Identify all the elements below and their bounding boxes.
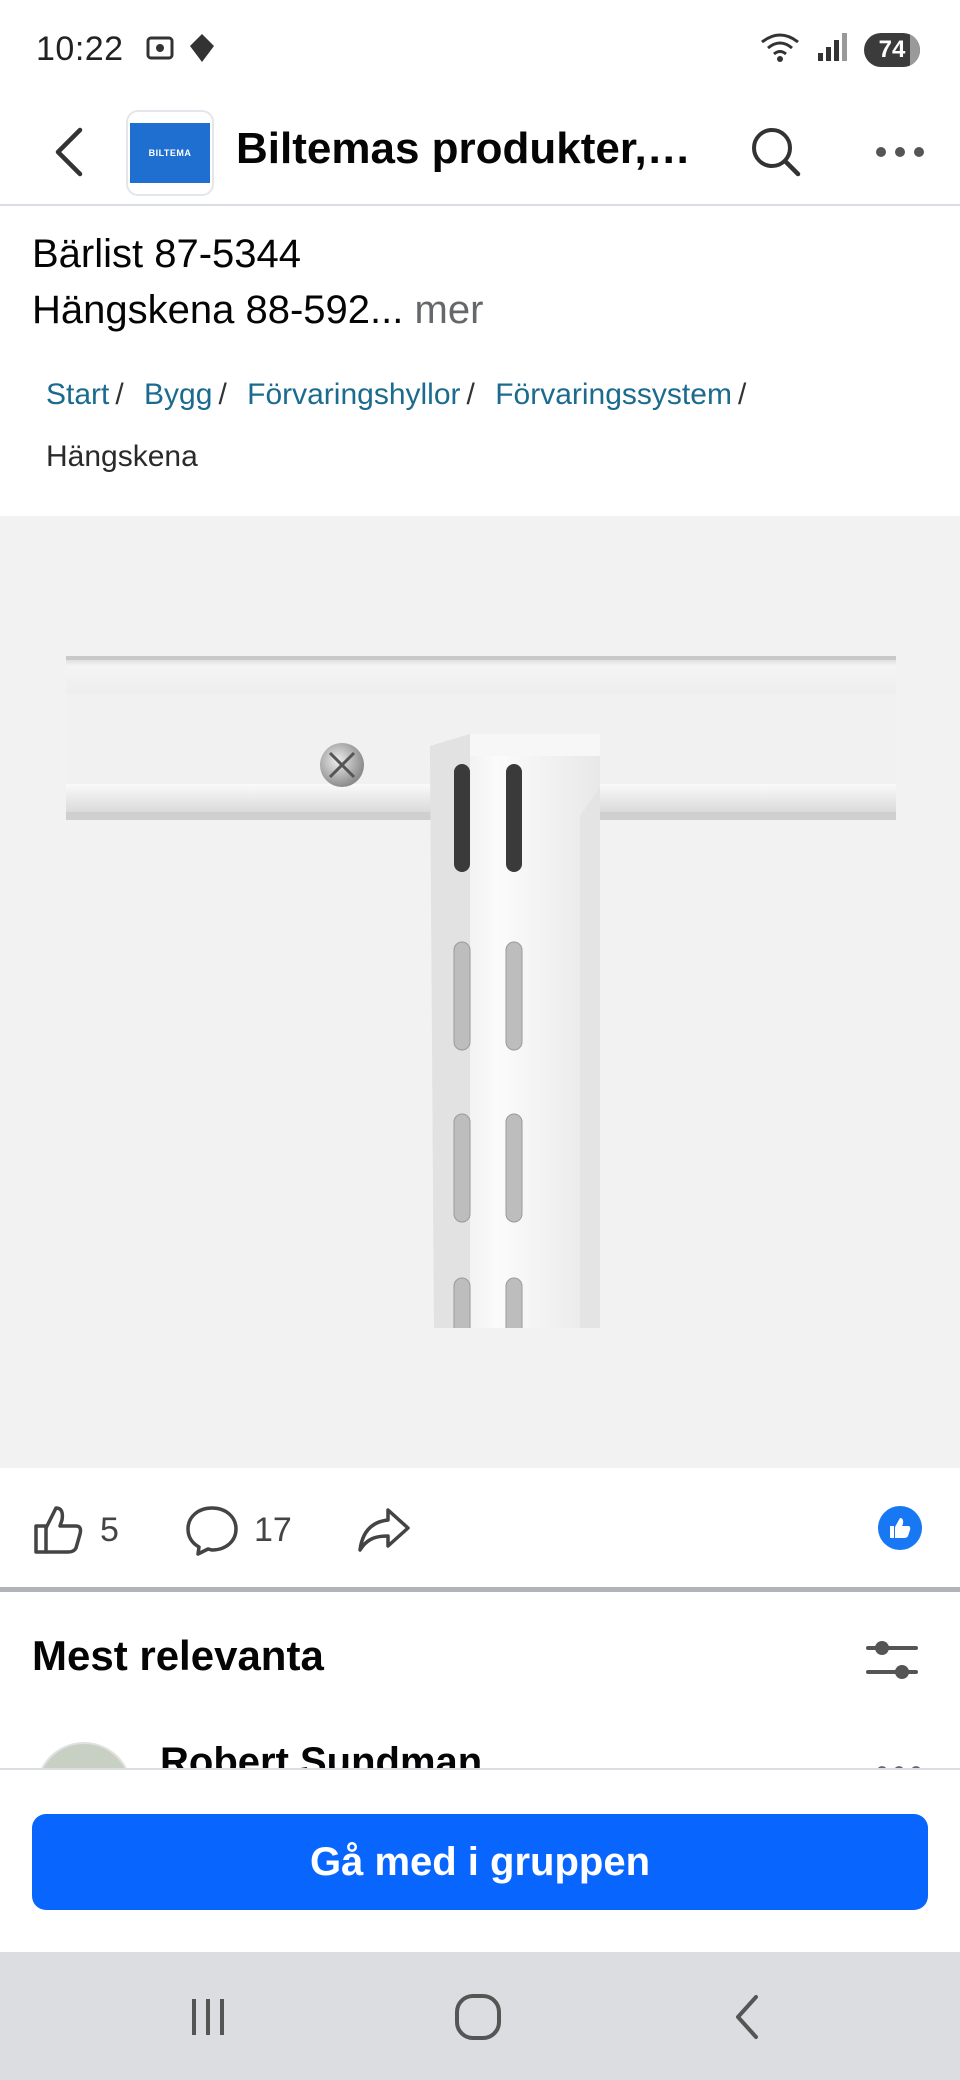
location-icon bbox=[188, 32, 216, 69]
post-image[interactable] bbox=[0, 516, 960, 1468]
back-button[interactable] bbox=[40, 122, 100, 182]
more-options-button[interactable] bbox=[868, 120, 932, 184]
status-icons-left bbox=[144, 32, 216, 69]
breadcrumb-separator: / bbox=[737, 378, 747, 411]
comment-button[interactable]: 17 bbox=[184, 1498, 292, 1562]
signal-icon bbox=[816, 31, 850, 68]
app-bar: BILTEMA Biltemas produkter, r... bbox=[0, 100, 960, 206]
comment-item[interactable]: Robert Sundman ••• bbox=[0, 1712, 960, 1768]
biltema-logo: BILTEMA bbox=[130, 123, 210, 183]
like-reaction-icon bbox=[890, 1518, 911, 1538]
screenshot-icon bbox=[144, 32, 176, 69]
comments-sort-title[interactable]: Mest relevanta bbox=[32, 1632, 324, 1680]
see-more-link[interactable]: mer bbox=[415, 288, 484, 332]
product-photo bbox=[0, 656, 960, 1468]
home-button[interactable] bbox=[438, 1982, 518, 2052]
comment-count: 17 bbox=[254, 1510, 292, 1549]
like-count: 5 bbox=[100, 1510, 119, 1549]
breadcrumb-start[interactable]: Start bbox=[46, 378, 109, 411]
system-back-button[interactable] bbox=[708, 1982, 788, 2052]
status-time: 10:22 bbox=[36, 30, 124, 68]
filter-button[interactable] bbox=[860, 1628, 924, 1692]
group-avatar[interactable]: BILTEMA bbox=[126, 110, 214, 196]
post-line-1: Bärlist 87-5344 bbox=[32, 232, 302, 276]
commenter-name[interactable]: Robert Sundman bbox=[160, 1740, 482, 1768]
breadcrumb-separator: / bbox=[218, 378, 227, 411]
join-group-footer: Gå med i gruppen bbox=[0, 1768, 960, 1952]
system-back-icon bbox=[736, 1995, 758, 2039]
post-line-2-text: Hängskena 88-592... bbox=[32, 288, 404, 332]
status-bar: 10:22 74 bbox=[0, 0, 960, 100]
home-icon bbox=[455, 1994, 501, 2040]
sliders-icon bbox=[866, 1641, 918, 1679]
like-reaction-badge[interactable] bbox=[878, 1506, 922, 1550]
breadcrumb-forvaringshyllor[interactable]: Förvaringshyllor bbox=[247, 378, 460, 411]
recent-apps-button[interactable] bbox=[168, 1982, 248, 2052]
post-text: Bärlist 87-5344 Hängskena 88-592... mer bbox=[32, 226, 932, 338]
battery-icon: 74 bbox=[864, 32, 920, 67]
status-icons-right: 74 bbox=[758, 30, 920, 69]
group-title[interactable]: Biltemas produkter, r... bbox=[236, 124, 696, 174]
share-icon bbox=[358, 1508, 410, 1552]
breadcrumb-forvaringssystem[interactable]: Förvaringssystem bbox=[495, 378, 732, 411]
comment-more-icon[interactable]: ••• bbox=[875, 1750, 926, 1768]
breadcrumb-bygg[interactable]: Bygg bbox=[144, 378, 212, 411]
comments-header: Mest relevanta bbox=[0, 1592, 960, 1712]
share-button[interactable] bbox=[356, 1498, 412, 1562]
recent-apps-icon bbox=[192, 1999, 224, 2035]
search-button[interactable] bbox=[744, 120, 808, 184]
post-action-bar: 5 17 bbox=[0, 1468, 960, 1592]
commenter-avatar[interactable] bbox=[36, 1742, 132, 1768]
breadcrumb-separator: / bbox=[466, 378, 475, 411]
battery-level: 74 bbox=[878, 35, 906, 63]
breadcrumb-separator: / bbox=[115, 378, 124, 411]
back-arrow-icon bbox=[55, 127, 83, 177]
more-icon bbox=[876, 147, 924, 157]
post-line-2: Hängskena 88-592... mer bbox=[32, 282, 932, 338]
join-group-button[interactable]: Gå med i gruppen bbox=[32, 1814, 928, 1910]
breadcrumb-current: Hängskena bbox=[46, 440, 198, 473]
breadcrumb: Start / Bygg / Förvaringshyllor / Förvaring… bbox=[46, 364, 926, 488]
wifi-icon bbox=[758, 30, 802, 69]
search-icon bbox=[752, 128, 801, 177]
like-button[interactable]: 5 bbox=[30, 1498, 119, 1562]
comment-icon bbox=[186, 1506, 238, 1556]
system-nav-bar bbox=[0, 1952, 960, 2080]
thumbs-up-icon bbox=[34, 1506, 83, 1554]
